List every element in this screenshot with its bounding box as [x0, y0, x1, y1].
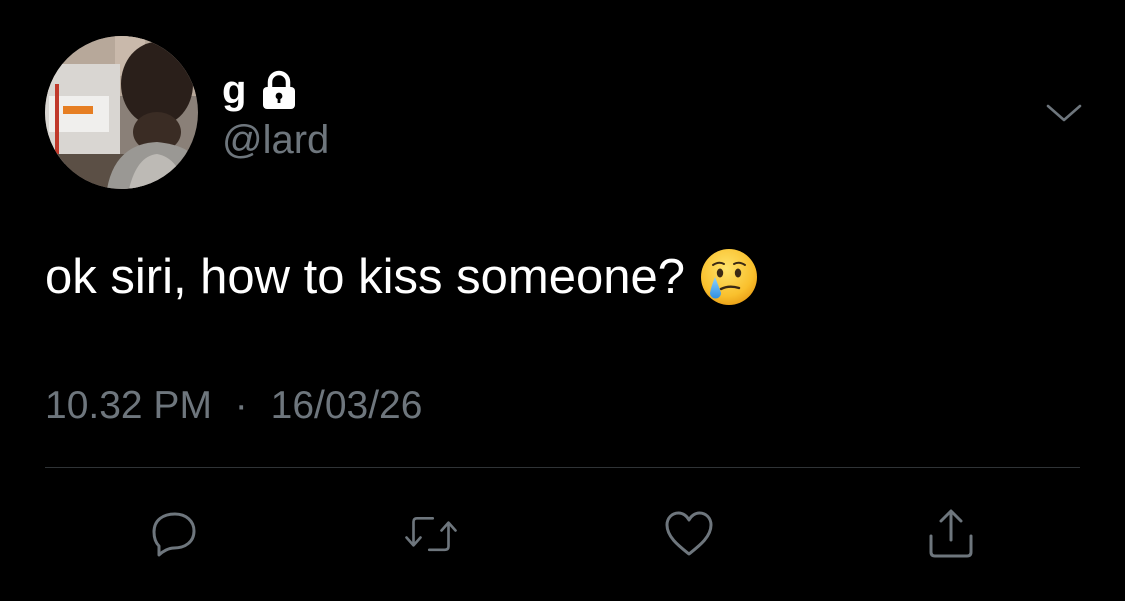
lock-icon [261, 70, 297, 110]
chevron-down-icon[interactable] [1044, 98, 1084, 130]
meta-separator: · [234, 384, 248, 427]
handle[interactable]: @lard [222, 116, 329, 164]
tweet-meta: 10.32 PM · 16/03/26 [45, 382, 422, 430]
share-icon [929, 509, 973, 558]
retweet-button[interactable] [403, 506, 459, 562]
tweet-body: ok siri, how to kiss someone? [45, 250, 685, 304]
display-name-row: g [222, 68, 297, 112]
avatar-photo [45, 36, 198, 189]
reply-icon [152, 512, 196, 557]
tweet-time: 10.32 PM [45, 384, 212, 427]
like-button[interactable] [661, 506, 717, 562]
share-button[interactable] [923, 506, 979, 562]
tweet-text: ok siri, how to kiss someone? [45, 246, 759, 308]
reply-button[interactable] [146, 506, 202, 562]
display-name[interactable]: g [222, 68, 247, 112]
retweet-icon [405, 516, 457, 552]
divider [45, 467, 1080, 468]
face-holding-back-tears-icon [699, 247, 759, 307]
tweet-date: 16/03/26 [270, 384, 423, 427]
like-icon [665, 511, 713, 556]
avatar[interactable] [45, 36, 198, 189]
